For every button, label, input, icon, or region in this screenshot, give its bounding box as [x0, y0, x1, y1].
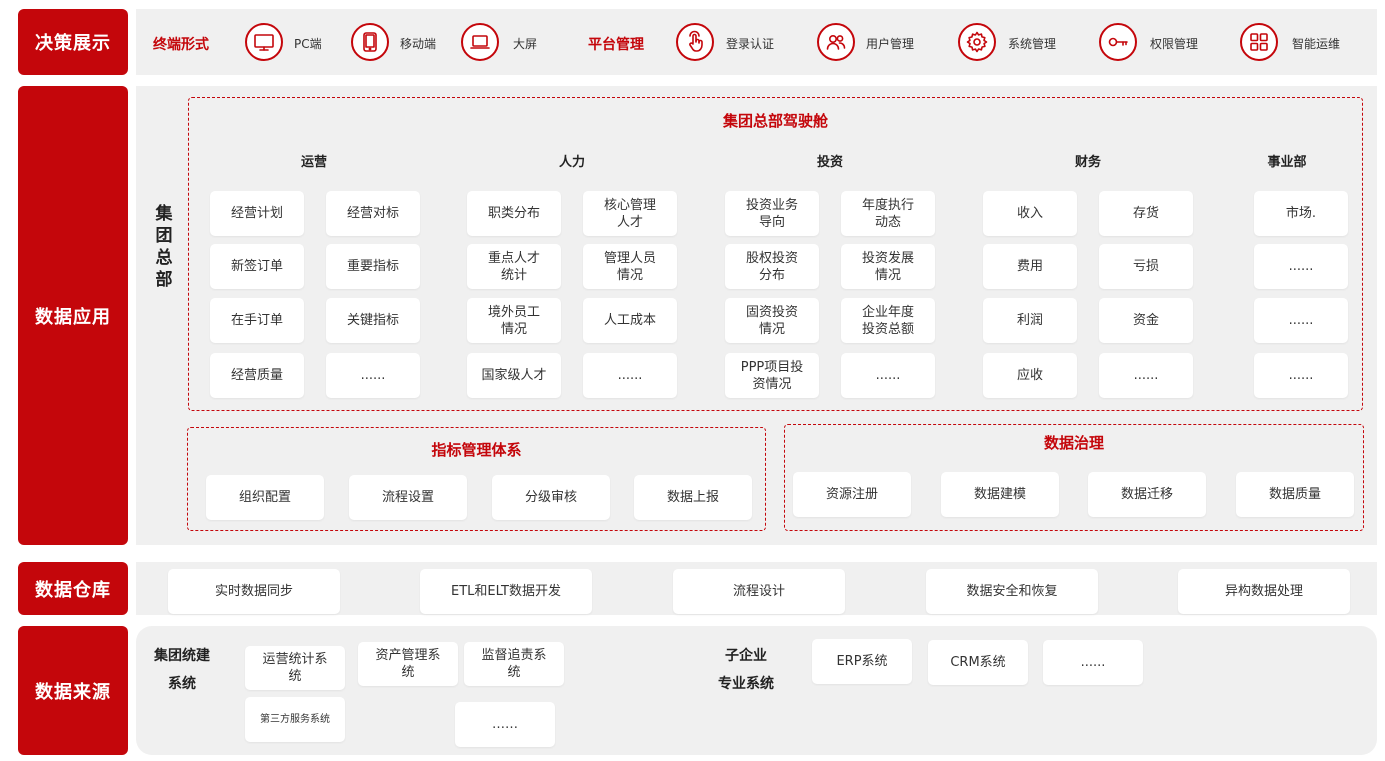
- cockpit-metric-box: 存货: [1099, 191, 1193, 236]
- sub-system-item: ......: [1043, 640, 1143, 685]
- terminal-label: 终端形式: [153, 37, 209, 53]
- indicator-item: 流程设置: [349, 475, 467, 520]
- cockpit-metric-box: 关键指标: [326, 298, 420, 343]
- grid-icon: [1240, 23, 1278, 61]
- users-icon: [817, 23, 855, 61]
- laptop-icon: [461, 23, 499, 61]
- cockpit-metric-box: 亏损: [1099, 244, 1193, 289]
- key-icon: [1099, 23, 1137, 61]
- indicator-item: 分级审核: [492, 475, 610, 520]
- cockpit-metric-box: 股权投资 分布: [725, 244, 819, 289]
- cockpit-metric-box: 利润: [983, 298, 1077, 343]
- gear-icon: [958, 23, 996, 61]
- group-system-label: 集团统建 系统: [154, 648, 210, 692]
- indicator-title: 指标管理体系: [431, 441, 522, 459]
- cockpit-metric-box: 年度执行 动态: [841, 191, 935, 236]
- group-system-item: 监督追责系 统: [464, 642, 564, 686]
- row-label-warehouse: 数据仓库: [18, 562, 128, 615]
- mobile-terminal-label: 移动端: [400, 37, 437, 51]
- cockpit-metric-box: 核心管理 人才: [583, 191, 677, 236]
- cockpit-metric-box: 固资投资 情况: [725, 298, 819, 343]
- cockpit-metric-box: PPP项目投 资情况: [725, 353, 819, 398]
- governance-title: 数据治理: [1043, 434, 1104, 452]
- warehouse-panel: 实时数据同步 ETL和ELT数据开发 流程设计 数据安全和恢复 异构数据处理: [136, 562, 1377, 615]
- cockpit-metric-box: 企业年度 投资总额: [841, 298, 935, 343]
- monitor-icon: [245, 23, 283, 61]
- group-system-item: 运营统计系 统: [245, 646, 345, 690]
- cockpit-metric-box: 收入: [983, 191, 1077, 236]
- cockpit-column-header: 运营: [300, 155, 327, 170]
- row-label-decision: 决策展示: [18, 9, 128, 75]
- pc-terminal-label: PC端: [294, 37, 322, 51]
- permission-management-label: 权限管理: [1150, 37, 1199, 51]
- cockpit-metric-box: 职类分布: [467, 191, 561, 236]
- indicator-item: 数据上报: [634, 475, 752, 520]
- cockpit-metric-box: 经营计划: [210, 191, 304, 236]
- cockpit-metric-box: ......: [841, 353, 935, 398]
- smart-ops-label: 智能运维: [1292, 37, 1341, 51]
- decision-panel: 终端形式 PC端 移动端 大屏 平台管理 登录认证 用户管理 系统管理 权限管理…: [136, 9, 1377, 75]
- sub-system-item: CRM系统: [928, 640, 1028, 685]
- warehouse-item: 数据安全和恢复: [926, 569, 1098, 614]
- group-system-item: 第三方服务系统: [245, 697, 345, 742]
- cockpit-metric-box: 市场.: [1254, 191, 1348, 236]
- cockpit-metric-box: 重点人才 统计: [467, 244, 561, 289]
- cockpit-metric-box: 费用: [983, 244, 1077, 289]
- cockpit-metric-box: ......: [583, 353, 677, 398]
- cockpit-metric-box: 资金: [1099, 298, 1193, 343]
- row-label-source: 数据来源: [18, 626, 128, 755]
- cockpit-metric-box: ......: [1254, 244, 1348, 289]
- row-label-application: 数据应用: [18, 86, 128, 545]
- touch-hand-icon: [676, 23, 714, 61]
- cockpit-metric-box: ......: [1254, 298, 1348, 343]
- sub-system-item: ERP系统: [812, 639, 912, 684]
- cockpit-metric-box: 经营对标: [326, 191, 420, 236]
- cockpit-metric-box: 重要指标: [326, 244, 420, 289]
- cockpit-metric-box: 境外员工 情况: [467, 298, 561, 343]
- tablet-icon: [351, 23, 389, 61]
- cockpit-column-header: 财务: [1074, 155, 1101, 170]
- cockpit-metric-box: 经营质量: [210, 353, 304, 398]
- login-auth-label: 登录认证: [726, 37, 775, 51]
- cockpit-metric-box: 国家级人才: [467, 353, 561, 398]
- cockpit-metric-box: 新签订单: [210, 244, 304, 289]
- cockpit-column-header: 事业部: [1267, 155, 1307, 170]
- source-panel: 集团统建 系统 运营统计系 统 资产管理系 统 监督追责系 统 第三方服务系统 …: [136, 626, 1377, 755]
- cockpit-metric-box: 管理人员 情况: [583, 244, 677, 289]
- warehouse-item: 异构数据处理: [1178, 569, 1350, 614]
- group-system-item: 资产管理系 统: [358, 642, 458, 686]
- governance-item: 数据建模: [941, 472, 1059, 517]
- warehouse-item: ETL和ELT数据开发: [420, 569, 592, 614]
- warehouse-item: 流程设计: [673, 569, 845, 614]
- cockpit-metric-box: 投资发展 情况: [841, 244, 935, 289]
- cockpit-metric-box: 投资业务 导向: [725, 191, 819, 236]
- governance-item: 资源注册: [793, 472, 911, 517]
- big-screen-label: 大屏: [513, 37, 538, 51]
- cockpit-metric-box: 应收: [983, 353, 1077, 398]
- cockpit-metric-box: ......: [326, 353, 420, 398]
- cockpit-metric-box: 人工成本: [583, 298, 677, 343]
- governance-item: 数据质量: [1236, 472, 1354, 517]
- cockpit-metric-box: ......: [1099, 353, 1193, 398]
- user-management-label: 用户管理: [866, 37, 915, 51]
- group-system-item: ……: [455, 702, 555, 747]
- sub-enterprise-label: 子企业 专业系统: [718, 648, 774, 692]
- cockpit-metric-box: 在手订单: [210, 298, 304, 343]
- cockpit-metric-box: ......: [1254, 353, 1348, 398]
- system-management-label: 系统管理: [1008, 37, 1057, 51]
- cockpit-title: 集团总部驾驶舱: [722, 112, 828, 130]
- indicator-item: 组织配置: [206, 475, 324, 520]
- warehouse-item: 实时数据同步: [168, 569, 340, 614]
- application-panel: 集 团 总 部 集团总部驾驶舱 指标管理体系 组织配置 流程设置 分级审核 数据…: [136, 86, 1377, 545]
- cockpit-column-header: 人力: [558, 155, 585, 170]
- cockpit-column-header: 投资: [816, 155, 843, 170]
- hq-vertical-label: 集 团 总 部: [155, 204, 173, 290]
- governance-item: 数据迁移: [1088, 472, 1206, 517]
- platform-label: 平台管理: [588, 37, 644, 53]
